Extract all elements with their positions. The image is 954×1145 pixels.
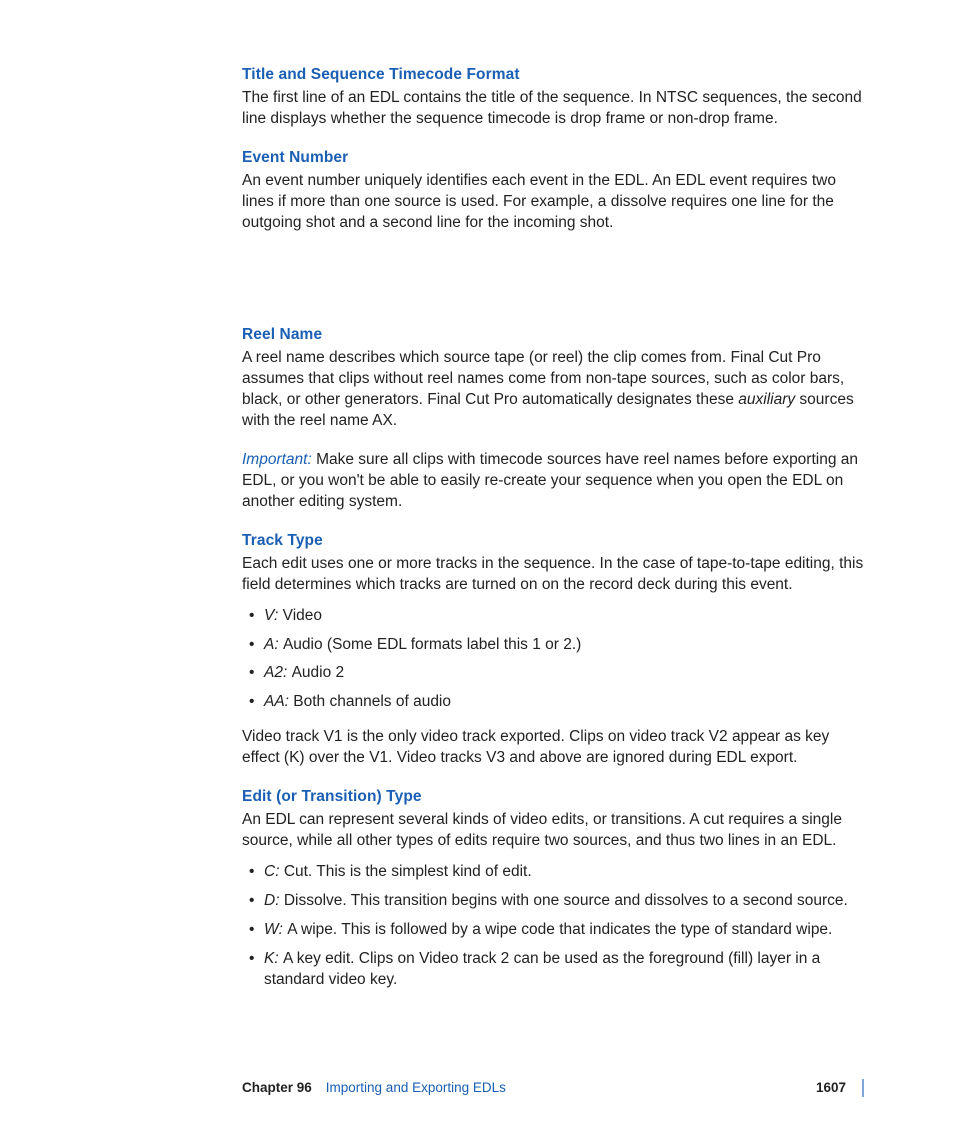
- heading-track-type: Track Type: [242, 531, 864, 552]
- heading-edit-type: Edit (or Transition) Type: [242, 787, 864, 808]
- list-item: W: A wipe. This is followed by a wipe co…: [242, 920, 864, 941]
- important-label: Important:: [242, 451, 316, 468]
- edit-type-list: C: Cut. This is the simplest kind of edi…: [242, 862, 864, 991]
- body-track-type: Each edit uses one or more tracks in the…: [242, 554, 864, 596]
- section-reel-name: Reel Name A reel name describes which so…: [242, 325, 864, 432]
- section-event-number: Event Number An event number uniquely id…: [242, 148, 864, 234]
- body-edit-type: An EDL can represent several kinds of vi…: [242, 810, 864, 852]
- heading-title-timecode: Title and Sequence Timecode Format: [242, 65, 864, 86]
- section-edit-type: Edit (or Transition) Type An EDL can rep…: [242, 787, 864, 990]
- page-number: 1607: [816, 1079, 846, 1097]
- list-item: D: Dissolve. This transition begins with…: [242, 891, 864, 912]
- list-item: V: Video: [242, 606, 864, 627]
- section-title-timecode: Title and Sequence Timecode Format The f…: [242, 65, 864, 130]
- body-event-number: An event number uniquely identifies each…: [242, 171, 864, 234]
- spacer: [242, 251, 864, 325]
- chapter-number: Chapter 96: [242, 1079, 312, 1097]
- body-title-timecode: The first line of an EDL contains the ti…: [242, 88, 864, 130]
- page-footer: Chapter 96 Importing and Exporting EDLs …: [242, 1079, 864, 1097]
- heading-reel-name: Reel Name: [242, 325, 864, 346]
- list-item: C: Cut. This is the simplest kind of edi…: [242, 862, 864, 883]
- track-type-after: Video track V1 is the only video track e…: [242, 727, 864, 769]
- list-item: K: A key edit. Clips on Video track 2 ca…: [242, 949, 864, 991]
- important-note: Important: Make sure all clips with time…: [242, 450, 864, 513]
- list-item: A2: Audio 2: [242, 663, 864, 684]
- chapter-title: Importing and Exporting EDLs: [326, 1079, 506, 1097]
- list-item: A: Audio (Some EDL formats label this 1 …: [242, 635, 864, 656]
- list-item: AA: Both channels of audio: [242, 692, 864, 713]
- auxiliary-word: auxiliary: [738, 391, 795, 408]
- body-reel-name: A reel name describes which source tape …: [242, 348, 864, 432]
- track-type-list: V: Video A: Audio (Some EDL formats labe…: [242, 606, 864, 714]
- important-body: Make sure all clips with timecode source…: [242, 451, 858, 510]
- heading-event-number: Event Number: [242, 148, 864, 169]
- section-track-type: Track Type Each edit uses one or more tr…: [242, 531, 864, 769]
